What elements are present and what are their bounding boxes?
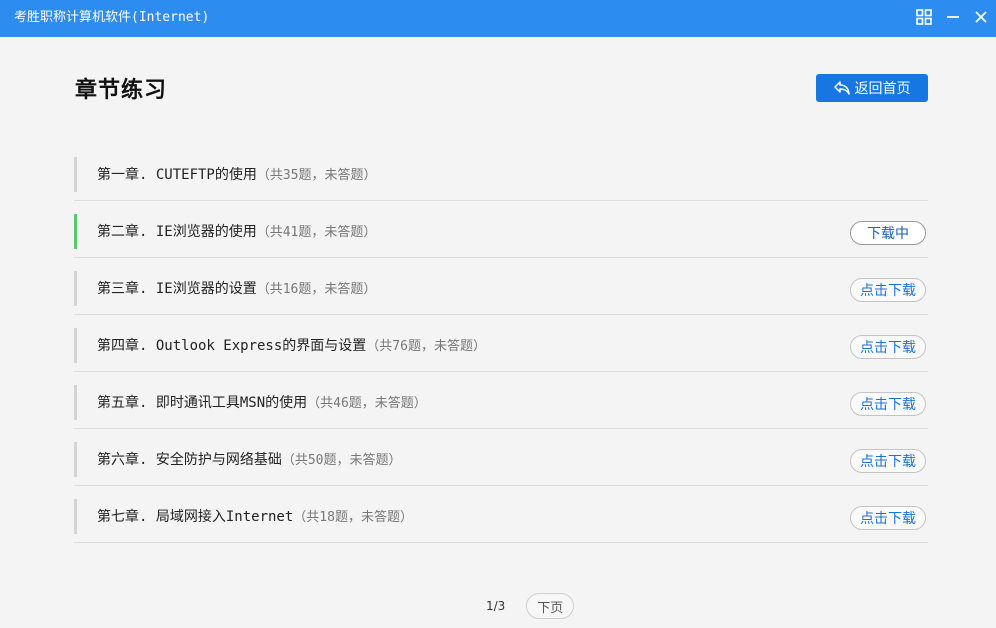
chapter-indicator-bar xyxy=(74,499,77,534)
chapter-indicator-bar xyxy=(74,271,77,306)
chapter-text: 第二章. IE浏览器的使用（共41题，未答题） xyxy=(97,221,376,241)
chapter-title: 第四章. Outlook Express的界面与设置 xyxy=(97,338,367,354)
chapter-text: 第七章. 局域网接入Internet（共18题，未答题） xyxy=(97,506,413,526)
page-title: 章节练习 xyxy=(75,78,168,103)
chapter-item-4[interactable]: 第四章. Outlook Express的界面与设置（共76题，未答题） 点击下… xyxy=(74,315,928,372)
chapter-meta: （共16题，未答题） xyxy=(256,282,377,297)
next-page-button[interactable]: 下页 xyxy=(526,593,575,619)
app-title: 考胜职称计算机软件(Internet) xyxy=(14,10,210,25)
chapter-meta: （共46题，未答题） xyxy=(307,396,427,411)
download-button[interactable]: 点击下载 xyxy=(850,335,926,359)
chapter-item-7[interactable]: 第七章. 局域网接入Internet（共18题，未答题） 点击下载 xyxy=(74,486,928,543)
chapter-item-3[interactable]: 第三章. IE浏览器的设置（共16题，未答题） 点击下载 xyxy=(74,258,928,315)
page-indicator: 1/3 xyxy=(486,599,506,613)
chapter-indicator-bar xyxy=(74,442,77,477)
downloading-button[interactable]: 下载中 xyxy=(850,221,926,245)
chapter-text: 第一章. CUTEFTP的使用（共35题，未答题） xyxy=(97,164,377,184)
chapter-title: 第七章. 局域网接入Internet xyxy=(97,509,294,525)
return-home-label: 返回首页 xyxy=(854,81,911,97)
download-button[interactable]: 点击下载 xyxy=(850,506,926,530)
download-button[interactable]: 点击下载 xyxy=(850,449,926,473)
chapter-indicator-bar xyxy=(74,385,77,420)
download-button[interactable]: 点击下载 xyxy=(850,278,926,302)
chapter-title: 第二章. IE浏览器的使用 xyxy=(97,224,257,240)
chapter-title: 第五章. 即时通讯工具MSN的使用 xyxy=(97,395,308,411)
chapter-title: 第六章. 安全防护与网络基础 xyxy=(97,452,282,468)
return-home-button[interactable]: 返回首页 xyxy=(816,74,928,102)
pagination: 1/3 下页 xyxy=(486,592,575,620)
chapter-text: 第六章. 安全防护与网络基础（共50题，未答题） xyxy=(97,449,402,469)
chapter-list: 第一章. CUTEFTP的使用（共35题，未答题） 第二章. IE浏览器的使用（… xyxy=(74,144,928,543)
chapter-text: 第四章. Outlook Express的界面与设置（共76题，未答题） xyxy=(97,335,486,355)
close-icon[interactable] xyxy=(970,6,992,28)
chapter-title: 第三章. IE浏览器的设置 xyxy=(97,281,257,297)
chapter-meta: （共76题，未答题） xyxy=(366,339,486,354)
chapter-title: 第一章. CUTEFTP的使用 xyxy=(97,167,257,183)
chapter-indicator-bar xyxy=(74,214,77,249)
chapter-text: 第三章. IE浏览器的设置（共16题，未答题） xyxy=(97,278,376,298)
download-button[interactable]: 点击下载 xyxy=(850,392,926,416)
return-arrow-icon xyxy=(833,81,850,95)
chapter-item-1[interactable]: 第一章. CUTEFTP的使用（共35题，未答题） xyxy=(74,144,928,201)
chapter-item-5[interactable]: 第五章. 即时通讯工具MSN的使用（共46题，未答题） 点击下载 xyxy=(74,372,928,429)
chapter-meta: （共50题，未答题） xyxy=(281,453,402,468)
chapter-indicator-bar xyxy=(74,328,77,363)
chapter-meta: （共35题，未答题） xyxy=(256,168,377,183)
grid-icon[interactable] xyxy=(913,6,935,28)
chapter-text: 第五章. 即时通讯工具MSN的使用（共46题，未答题） xyxy=(97,392,427,412)
chapter-meta: （共41题，未答题） xyxy=(256,225,377,240)
title-bar: 考胜职称计算机软件(Internet) xyxy=(0,0,996,37)
chapter-indicator-bar xyxy=(74,157,77,192)
minimize-icon[interactable] xyxy=(942,6,964,28)
chapter-item-6[interactable]: 第六章. 安全防护与网络基础（共50题，未答题） 点击下载 xyxy=(74,429,928,486)
chapter-item-2[interactable]: 第二章. IE浏览器的使用（共41题，未答题） 下载中 xyxy=(74,201,928,258)
chapter-meta: （共18题，未答题） xyxy=(293,510,413,525)
